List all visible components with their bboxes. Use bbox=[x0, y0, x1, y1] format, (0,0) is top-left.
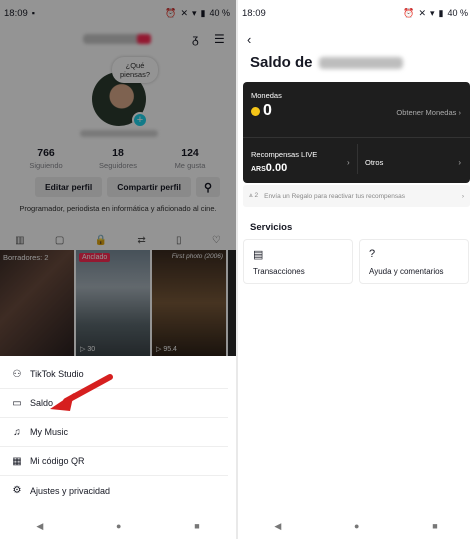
menu-item-my-music[interactable]: ♫ My Music bbox=[0, 418, 228, 447]
music-icon: ♫ bbox=[13, 426, 21, 438]
status-bar: 18:09 ⏰ ✕ ▾ ▮ 40 % bbox=[238, 0, 474, 26]
back-nav-icon[interactable]: ◀ bbox=[274, 521, 281, 532]
user-plus-icon: ⚇ bbox=[12, 368, 22, 380]
others-label[interactable]: Otros bbox=[365, 158, 383, 167]
page-title: Saldo de bbox=[250, 54, 403, 71]
username-blurred bbox=[318, 56, 403, 69]
coins-value: 0 bbox=[251, 102, 272, 120]
qr-icon: ▦ bbox=[12, 455, 22, 467]
android-nav-bar: ◀ ● ■ bbox=[0, 513, 236, 539]
services-heading: Servicios bbox=[250, 222, 293, 233]
bottom-sheet-menu: ⚇ TikTok Studio ▭ Saldo ♫ My Music ▦ Mi … bbox=[0, 356, 236, 539]
modal-overlay[interactable] bbox=[0, 0, 236, 356]
recents-nav-icon[interactable]: ■ bbox=[432, 521, 437, 531]
menu-item-saldo[interactable]: ▭ Saldo bbox=[0, 389, 228, 418]
transactions-button[interactable]: ▤ Transacciones bbox=[243, 239, 353, 284]
live-rewards-label[interactable]: Recompensas LIVE bbox=[251, 150, 317, 159]
wallet-icon: ▭ bbox=[12, 397, 22, 409]
help-feedback-button[interactable]: ? Ayuda y comentarios bbox=[359, 239, 469, 284]
battery-level: 40 % bbox=[447, 8, 468, 18]
balance-card: Monedas 0 Obtener Monedas › Recompensas … bbox=[243, 82, 470, 183]
mute-icon: ✕ bbox=[418, 7, 426, 18]
status-time: 18:09 bbox=[242, 7, 266, 19]
menu-item-settings[interactable]: ⚙ Ajustes y privacidad bbox=[0, 476, 228, 505]
rewards-level-icon: ⩓ 2 bbox=[249, 192, 259, 199]
chevron-right-icon: › bbox=[347, 158, 350, 167]
back-arrow-icon[interactable]: ‹ bbox=[247, 32, 251, 47]
chevron-right-icon: › bbox=[461, 192, 464, 200]
battery-icon: ▮ bbox=[438, 7, 444, 18]
rewards-hint-banner[interactable]: ⩓ 2 Envía un Regalo para reactivar tus r… bbox=[243, 185, 470, 207]
coins-label: Monedas bbox=[251, 91, 282, 100]
get-coins-link[interactable]: Obtener Monedas › bbox=[396, 108, 461, 117]
receipt-icon: ▤ bbox=[253, 249, 264, 261]
home-nav-icon[interactable]: ● bbox=[354, 521, 359, 531]
help-icon: ? bbox=[369, 248, 376, 260]
recents-nav-icon[interactable]: ■ bbox=[194, 521, 199, 531]
chevron-right-icon: › bbox=[458, 158, 461, 167]
balance-screen: 18:09 ⏰ ✕ ▾ ▮ 40 % ‹ Saldo de Monedas 0 … bbox=[238, 0, 474, 539]
live-rewards-value: ARS0.00 bbox=[251, 162, 288, 174]
coin-icon bbox=[251, 106, 260, 116]
red-arrow-annotation bbox=[50, 374, 113, 411]
alarm-icon: ⏰ bbox=[403, 7, 415, 18]
wifi-icon: ▾ bbox=[430, 7, 435, 18]
android-nav-bar: ◀ ● ■ bbox=[238, 513, 474, 539]
back-nav-icon[interactable]: ◀ bbox=[36, 521, 43, 532]
menu-item-tiktok-studio[interactable]: ⚇ TikTok Studio bbox=[0, 360, 228, 389]
menu-item-qr-code[interactable]: ▦ Mi código QR bbox=[0, 447, 228, 476]
home-nav-icon[interactable]: ● bbox=[116, 521, 121, 531]
gear-icon: ⚙ bbox=[12, 485, 22, 496]
profile-screen: 18:09 ▪ ⏰ ✕ ▾ ▮ 40 % ᵹ ☰ + ¿Qué piensas?… bbox=[0, 0, 236, 539]
